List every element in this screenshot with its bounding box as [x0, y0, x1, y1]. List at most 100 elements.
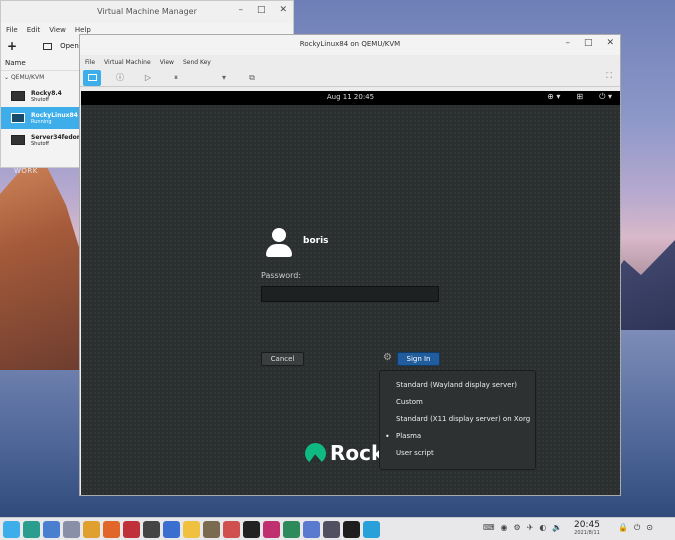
session-option-selected[interactable]: • Plasma	[380, 428, 535, 445]
telegram-icon[interactable]	[363, 521, 380, 538]
guest-screen[interactable]: Aug 11 20:45 ⊕ ▾ ⊞ ⏻ ▾ boris Password: C…	[81, 91, 620, 495]
rocky-logo-mark	[305, 442, 326, 464]
menu-edit[interactable]: Edit	[27, 26, 41, 34]
selected-dot-icon: •	[385, 432, 390, 441]
sign-in-button[interactable]: Sign In	[397, 352, 440, 366]
store-icon[interactable]	[43, 521, 60, 538]
accessibility-icon[interactable]: ⊕ ▾	[547, 92, 560, 102]
photos-icon[interactable]	[223, 521, 240, 538]
password-label: Password:	[261, 271, 302, 280]
minimize-icon[interactable]: –	[238, 5, 243, 15]
pause-button[interactable]: ⏸	[167, 70, 185, 86]
vm-status: Shutoff	[31, 96, 49, 103]
monitor-icon[interactable]	[43, 42, 53, 50]
chevron-down-icon: ⌄	[4, 74, 10, 81]
wallpaper-label: WORK	[14, 167, 38, 175]
music-icon[interactable]	[263, 521, 280, 538]
new-vm-icon[interactable]: +	[7, 39, 17, 53]
app-tray-icon[interactable]: ⚙	[514, 523, 521, 532]
chrome-icon[interactable]	[83, 521, 100, 538]
console-menubar: File Virtual Machine View Send Key	[80, 55, 620, 69]
vm-status: Running	[31, 118, 52, 125]
guest-clock[interactable]: Aug 11 20:45	[81, 93, 620, 101]
user-avatar	[266, 228, 292, 258]
taskbar: ⌨ ◉ ⚙ ✈ ◐ 🔉 20:45 2021/8/11 🔒 ⏻ ⊙	[0, 517, 675, 540]
cancel-button[interactable]: Cancel	[261, 352, 304, 366]
vm-console-window: RockyLinux84 on QEMU/KVM – □ ✕ File Virt…	[79, 34, 621, 496]
notes-icon[interactable]	[183, 521, 200, 538]
snapshot-icon: ⧉	[249, 72, 255, 82]
network-icon[interactable]: ⊞	[576, 92, 583, 102]
console-toolbar: ⓘ ▷ ⏸ ▾ ⧉ ⛶	[80, 69, 620, 87]
maximize-icon[interactable]: □	[584, 38, 593, 48]
vim-icon[interactable]	[283, 521, 300, 538]
session-option[interactable]: User script	[380, 445, 535, 462]
session-option[interactable]: Standard (Wayland display server)	[380, 377, 535, 394]
session-tray: 🔒 ⏻ ⊙	[618, 523, 653, 533]
close-icon[interactable]: ✕	[279, 5, 287, 15]
fullscreen-icon[interactable]: ⛶	[606, 71, 612, 81]
gnome-topbar: Aug 11 20:45 ⊕ ▾ ⊞ ⏻ ▾	[81, 91, 620, 105]
snapshot-button[interactable]: ⧉	[243, 70, 261, 86]
monitor-icon	[87, 74, 97, 81]
menu-help[interactable]: Help	[75, 26, 91, 34]
username: boris	[303, 236, 329, 246]
network-icon[interactable]: ✈	[527, 523, 534, 532]
console-view-button[interactable]	[83, 69, 101, 86]
session-option[interactable]: Custom	[380, 394, 535, 411]
menu-file[interactable]: File	[6, 26, 18, 34]
taskbar-clock[interactable]: 20:45 2021/8/11	[565, 520, 609, 536]
mail-icon[interactable]	[323, 521, 340, 538]
maximize-icon[interactable]: □	[257, 5, 266, 15]
rocky-logo: Rock	[305, 441, 384, 465]
close-icon[interactable]: ✕	[606, 38, 614, 48]
console-titlebar[interactable]: RockyLinux84 on QEMU/KVM – □ ✕	[80, 35, 620, 55]
clock-date: 2021/8/11	[574, 530, 600, 536]
pycharm-icon[interactable]	[343, 521, 360, 538]
notification-icon[interactable]: ◉	[501, 523, 508, 532]
konsole-icon[interactable]	[123, 521, 140, 538]
menu-file[interactable]: File	[85, 59, 95, 66]
gimp-icon[interactable]	[203, 521, 220, 538]
menu-view[interactable]: View	[160, 59, 174, 66]
vm-screen-icon	[11, 91, 25, 101]
taskbar-apps	[3, 521, 380, 538]
vm-icon[interactable]	[143, 521, 160, 538]
menu-view[interactable]: View	[49, 26, 66, 34]
lock-icon[interactable]: 🔒	[618, 523, 628, 533]
power-icon[interactable]: ⏻ ▾	[599, 92, 612, 102]
open-button[interactable]: Open	[60, 42, 79, 50]
editor-icon[interactable]	[303, 521, 320, 538]
info-button[interactable]: ⓘ	[111, 70, 129, 86]
vm-name: Rocky8.4	[31, 89, 62, 97]
power-icon[interactable]: ⏻	[634, 523, 640, 533]
clipboard-icon[interactable]: ◐	[539, 523, 546, 532]
play-icon: ▷	[144, 73, 152, 82]
vm-name: Server34fedora	[31, 133, 84, 141]
volume-icon[interactable]: 🔉	[552, 523, 562, 532]
session-menu: Standard (Wayland display server) Custom…	[379, 370, 536, 470]
vm-running-icon	[11, 113, 25, 123]
menu-virtual-machine[interactable]: Virtual Machine	[104, 59, 151, 66]
vmm-titlebar[interactable]: Virtual Machine Manager – □ ✕	[1, 1, 293, 23]
power-menu-button[interactable]: ▾	[215, 70, 233, 86]
pause-icon: ⏸	[174, 72, 178, 82]
terminal-icon[interactable]	[23, 521, 40, 538]
settings-icon[interactable]	[63, 521, 80, 538]
password-field[interactable]	[261, 286, 439, 302]
connection-label: QEMU/KVM	[10, 74, 45, 81]
session-option[interactable]: Standard (X11 display server) on Xorg	[380, 411, 535, 428]
desktop-icon[interactable]: ⊙	[646, 523, 653, 533]
ide-icon[interactable]	[243, 521, 260, 538]
menu-send-key[interactable]: Send Key	[183, 59, 211, 66]
vm-name: RockyLinux84	[31, 111, 78, 119]
vm-screen-icon	[11, 135, 25, 145]
minimize-icon[interactable]: –	[565, 38, 570, 48]
browser-icon[interactable]	[163, 521, 180, 538]
rocky-logo-text: Rock	[330, 441, 385, 465]
firefox-icon[interactable]	[103, 521, 120, 538]
input-method-icon[interactable]: ⌨	[483, 523, 495, 532]
launcher-icon[interactable]	[3, 521, 20, 538]
run-button[interactable]: ▷	[139, 70, 157, 86]
gear-icon[interactable]: ⚙	[383, 352, 392, 363]
